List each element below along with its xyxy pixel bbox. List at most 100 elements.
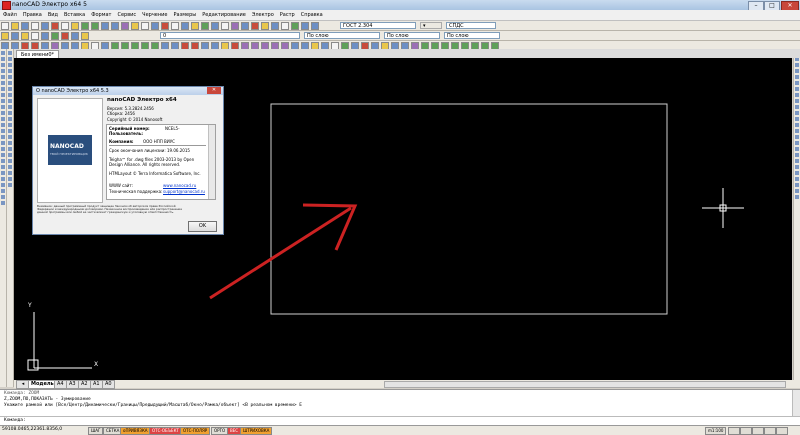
dim-style-icon[interactable] [181, 22, 189, 30]
horizontal-scrollbar[interactable] [384, 381, 786, 388]
copy-icon[interactable] [61, 22, 69, 30]
rtool-u-icon[interactable] [795, 171, 799, 175]
tool-n-icon[interactable] [1, 129, 5, 133]
tool-2i-icon[interactable] [8, 99, 12, 103]
insert-icon[interactable] [211, 22, 219, 30]
rtool-x-icon[interactable] [795, 189, 799, 193]
tool-2f-icon[interactable] [8, 81, 12, 85]
db-icon[interactable] [301, 22, 309, 30]
freeze-icon[interactable] [31, 32, 39, 40]
rtool-p-icon[interactable] [795, 141, 799, 145]
tool-2m-icon[interactable] [8, 123, 12, 127]
help-icon[interactable] [161, 22, 169, 30]
open-folder-icon[interactable] [11, 22, 19, 30]
tool-e-icon[interactable] [1, 75, 5, 79]
app-icon[interactable] [2, 1, 11, 10]
tool-2a-icon[interactable] [8, 51, 12, 55]
tool-z-icon[interactable] [1, 201, 5, 205]
layer-state-icon[interactable] [61, 32, 69, 40]
tab-a3[interactable]: A3 [66, 380, 79, 389]
rtool-s-icon[interactable] [795, 159, 799, 163]
menu-modify[interactable]: Редактирование [199, 10, 249, 20]
menu-draw[interactable]: Черчение [139, 10, 170, 20]
rtool-o-icon[interactable] [795, 135, 799, 139]
tool-2e-icon[interactable] [8, 75, 12, 79]
rtool-n-icon[interactable] [795, 129, 799, 133]
menu-insert[interactable]: Вставка [61, 10, 88, 20]
tool-2d-icon[interactable] [8, 69, 12, 73]
zoom-icon[interactable] [111, 22, 119, 30]
paste-icon[interactable] [71, 22, 79, 30]
tool-2r-icon[interactable] [8, 153, 12, 157]
new-file-icon[interactable] [1, 22, 9, 30]
rtool-t-icon[interactable] [795, 165, 799, 169]
electro-icon[interactable] [261, 22, 269, 30]
tool-2l-icon[interactable] [8, 117, 12, 121]
rtool-h-icon[interactable] [795, 93, 799, 97]
redo-icon[interactable] [91, 22, 99, 30]
wizard-icon[interactable] [311, 22, 319, 30]
color-select[interactable]: По слою [304, 32, 380, 39]
raster-icon[interactable] [231, 22, 239, 30]
menu-file[interactable]: Файл [0, 10, 20, 20]
measure-icon[interactable] [151, 22, 159, 30]
tool-g-icon[interactable] [1, 87, 5, 91]
cut-icon[interactable] [51, 22, 59, 30]
tool-q-icon[interactable] [1, 147, 5, 151]
tab-model[interactable]: Модель [28, 380, 57, 389]
menu-help[interactable]: Справка [298, 10, 326, 20]
table-icon[interactable] [191, 22, 199, 30]
pan-icon[interactable] [101, 22, 109, 30]
tool-r-icon[interactable] [1, 153, 5, 157]
tool-v-icon[interactable] [1, 177, 5, 181]
rtool-i-icon[interactable] [795, 99, 799, 103]
menu-view[interactable]: Вид [45, 10, 61, 20]
tool-b-icon[interactable] [1, 57, 5, 61]
ok-button[interactable]: OK [188, 221, 217, 232]
tool-2j-icon[interactable] [8, 105, 12, 109]
spec-icon[interactable] [291, 22, 299, 30]
tool-j-icon[interactable] [1, 105, 5, 109]
rtool-r-icon[interactable] [795, 153, 799, 157]
tool-2v-icon[interactable] [8, 177, 12, 181]
layer-current-icon[interactable] [81, 32, 89, 40]
text-style-icon[interactable] [171, 22, 179, 30]
license-info-box[interactable]: Серийный номер: NCEL5- Пользователь: Ком… [106, 124, 216, 200]
rtool-g-icon[interactable] [795, 87, 799, 91]
tool-i-icon[interactable] [1, 99, 5, 103]
rtool-v-icon[interactable] [795, 177, 799, 181]
bulb-icon[interactable] [21, 32, 29, 40]
properties-icon[interactable] [121, 22, 129, 30]
rtool-e-icon[interactable] [795, 75, 799, 79]
tool-o-icon[interactable] [1, 135, 5, 139]
tool-2u-icon[interactable] [8, 171, 12, 175]
block-icon[interactable] [201, 22, 209, 30]
tool-2w-icon[interactable] [8, 183, 12, 187]
dialog-title-bar[interactable]: О nanoCAD Электро x64 5.3 [33, 87, 223, 95]
tool-2h-icon[interactable] [8, 93, 12, 97]
tool-l-icon[interactable] [1, 117, 5, 121]
tool-k-icon[interactable] [1, 111, 5, 115]
menu-dimensions[interactable]: Размеры [170, 10, 199, 20]
command-scrollbar[interactable] [792, 390, 800, 416]
tool-2g-icon[interactable] [8, 87, 12, 91]
rtool-k-icon[interactable] [795, 111, 799, 115]
menu-electro[interactable]: Электро [249, 10, 277, 20]
tool-2c-icon[interactable] [8, 63, 12, 67]
tool-f-icon[interactable] [1, 81, 5, 85]
lock-icon[interactable] [41, 32, 49, 40]
arrow-annotation[interactable] [209, 203, 358, 300]
tool-a-icon[interactable] [1, 51, 5, 55]
color-icon[interactable] [51, 32, 59, 40]
report-icon[interactable] [281, 22, 289, 30]
tab-a0[interactable]: A0 [102, 380, 115, 389]
menu-edit[interactable]: Правка [20, 10, 45, 20]
tool-2p-icon[interactable] [8, 141, 12, 145]
tool-2t-icon[interactable] [8, 165, 12, 169]
rtool-y-icon[interactable] [795, 195, 799, 199]
tool-s-icon[interactable] [1, 159, 5, 163]
linetype-select[interactable]: По слою [384, 32, 440, 39]
cable-icon[interactable] [271, 22, 279, 30]
tab-a2[interactable]: A2 [78, 380, 91, 389]
support-link[interactable]: support@nanocad.ru [163, 189, 205, 194]
